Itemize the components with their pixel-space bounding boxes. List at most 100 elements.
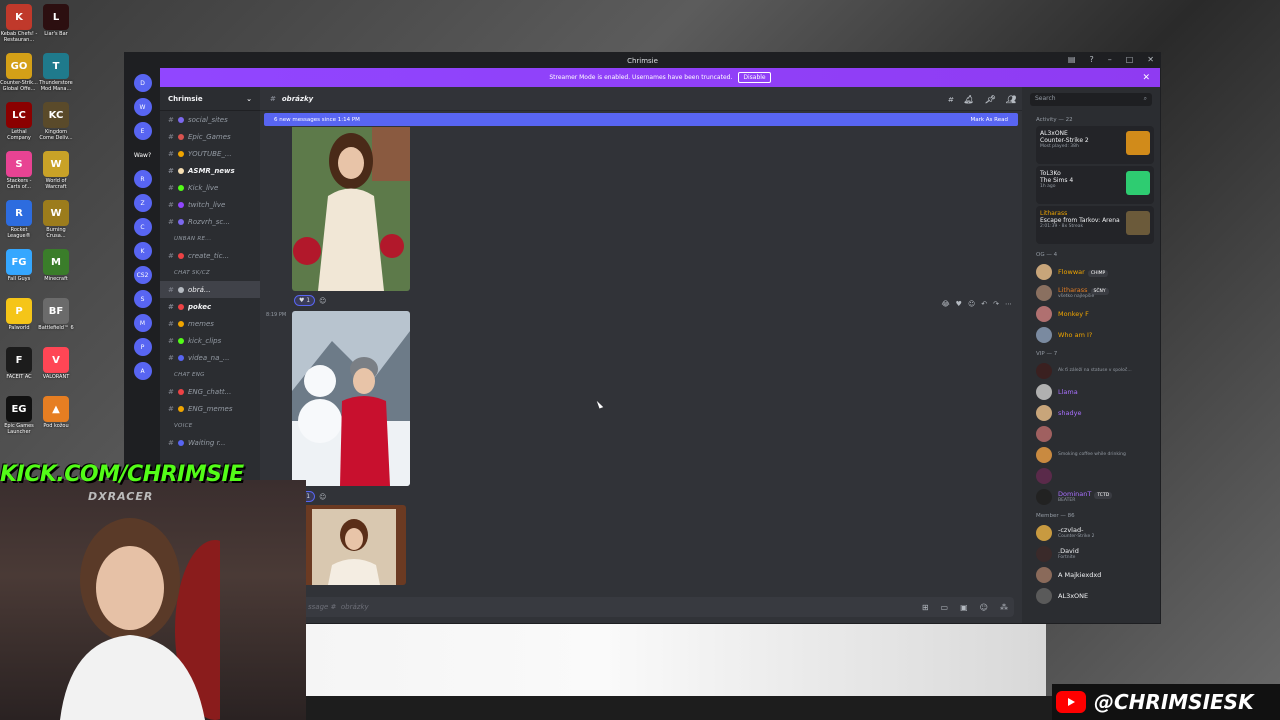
- desktop-shortcut[interactable]: V VALORANT: [37, 347, 75, 380]
- channel-item[interactable]: # Rozvrh_sc...: [160, 213, 260, 230]
- server-icon[interactable]: C: [133, 218, 152, 236]
- emoji-react-icon[interactable]: 😂︎: [941, 300, 949, 308]
- apps-icon[interactable]: ⁂: [1000, 603, 1008, 612]
- member-item[interactable]: [1022, 465, 1160, 486]
- add-reaction-icon[interactable]: ☺: [319, 297, 326, 305]
- inbox-icon[interactable]: ▤: [1068, 55, 1076, 64]
- member-item[interactable]: shadye: [1022, 402, 1160, 423]
- activity-card[interactable]: AL3xONE Counter-Strike 2 Most played: 38h: [1036, 126, 1154, 164]
- desktop-shortcut[interactable]: F FACEIT AC: [0, 347, 38, 380]
- channel-item[interactable]: # ASMR_news: [160, 162, 260, 179]
- channel-item[interactable]: # obrá...: [160, 281, 260, 298]
- desktop-shortcut[interactable]: FG Fall Guys: [0, 249, 38, 282]
- desktop-shortcut[interactable]: EG Epic Games Launcher: [0, 396, 38, 435]
- emoji-icon[interactable]: ☺: [980, 603, 988, 612]
- channel-item[interactable]: # memes: [160, 315, 260, 332]
- channel-item[interactable]: # twitch_live: [160, 196, 260, 213]
- add-reaction-icon[interactable]: ☺: [319, 493, 326, 501]
- image-attachment[interactable]: [292, 311, 410, 486]
- channel-item[interactable]: # ENG_chatt...: [160, 383, 260, 400]
- channel-item[interactable]: # YOUTUBE_...: [160, 145, 260, 162]
- desktop-shortcut[interactable]: R Rocket League®: [0, 200, 38, 239]
- desktop-shortcut[interactable]: GO Counter-Strik... Global Offe...: [0, 53, 38, 92]
- server-icon[interactable]: W: [133, 98, 152, 116]
- server-icon[interactable]: R: [133, 170, 152, 188]
- member-item[interactable]: Llama: [1022, 381, 1160, 402]
- forward-icon[interactable]: ↷: [993, 300, 999, 308]
- message-input[interactable]: ssage # obrázky ⊞ ▭ ▣ ☺ ⁂: [268, 597, 1014, 617]
- image-attachment[interactable]: [302, 505, 406, 585]
- channel-item[interactable]: # videa_na_...: [160, 349, 260, 366]
- gif-icon[interactable]: ▭: [941, 603, 949, 612]
- member-item[interactable]: Litharass SČNY všetko najlepšie: [1022, 282, 1160, 303]
- desktop-shortcut[interactable]: BF Battlefield™ 6: [37, 298, 75, 331]
- channel-item[interactable]: # pokec: [160, 298, 260, 315]
- member-item[interactable]: Smoking coffee while drinking: [1022, 444, 1160, 465]
- member-item[interactable]: AL3xONE: [1022, 585, 1160, 606]
- desktop-shortcut[interactable]: W Burning Crusa...: [37, 200, 75, 239]
- activity-card[interactable]: ToL3Ko The Sims 4 1h ago: [1036, 166, 1154, 204]
- member-item[interactable]: DominanT TCTD BEATER: [1022, 486, 1160, 507]
- member-item[interactable]: .David Fortnite: [1022, 543, 1160, 564]
- search-input[interactable]: Search ⌕: [1030, 93, 1152, 106]
- desktop-shortcut[interactable]: L Liar's Bar: [37, 4, 75, 37]
- bell-icon[interactable]: 🔔︎: [964, 95, 974, 105]
- desktop-shortcut[interactable]: KC Kingdom Come Deliv...: [37, 102, 75, 141]
- minimize-button[interactable]: –: [1108, 55, 1112, 64]
- help-icon[interactable]: ?: [1089, 55, 1093, 64]
- channel-category[interactable]: CHAT ENG: [160, 366, 260, 383]
- channel-category[interactable]: UNBAN RE...: [160, 230, 260, 247]
- desktop-shortcut[interactable]: K Kebab Chefs! - Restauran...: [0, 4, 38, 43]
- channel-item[interactable]: # Epic_Games: [160, 128, 260, 145]
- channel-item[interactable]: # Waiting r...: [160, 434, 260, 451]
- channel-item[interactable]: # kick_clips: [160, 332, 260, 349]
- channel-item[interactable]: # Kick_live: [160, 179, 260, 196]
- member-item[interactable]: Flowwar CHIMP: [1022, 261, 1160, 282]
- member-item[interactable]: A Majkiexdxd: [1022, 564, 1160, 585]
- server-icon[interactable]: K: [133, 242, 152, 260]
- channel-category[interactable]: CHAT SK/CZ: [160, 264, 260, 281]
- image-attachment[interactable]: [292, 127, 410, 291]
- server-icon[interactable]: Waw?: [134, 146, 152, 164]
- channel-category[interactable]: VOICE: [160, 417, 260, 434]
- member-item[interactable]: [1022, 423, 1160, 444]
- desktop-shortcut[interactable]: W World of Warcraft: [37, 151, 75, 190]
- member-item[interactable]: Monkey F: [1022, 303, 1160, 324]
- threads-icon[interactable]: ⌗: [948, 95, 953, 105]
- members-icon[interactable]: 👥︎: [1006, 95, 1016, 105]
- sticker-icon[interactable]: ▣: [960, 603, 968, 612]
- react-icon[interactable]: ☺: [968, 300, 975, 308]
- desktop-shortcut[interactable]: LC Lethal Company: [0, 102, 38, 141]
- activity-card[interactable]: Litharass Escape from Tarkov: Arena 2:01:3…: [1036, 206, 1154, 244]
- desktop-shortcut[interactable]: P Palworld: [0, 298, 38, 331]
- server-icon[interactable]: E: [133, 122, 152, 140]
- more-icon[interactable]: ⋯: [1005, 300, 1012, 308]
- server-icon[interactable]: A: [133, 362, 152, 380]
- server-icon[interactable]: S: [133, 290, 152, 308]
- server-icon[interactable]: P: [133, 338, 152, 356]
- disable-streamer-mode-button[interactable]: Disable: [738, 72, 771, 83]
- desktop-shortcut[interactable]: ▲ Pod kožou: [37, 396, 75, 429]
- desktop-shortcut[interactable]: T Thunderstore Mod Mana...: [37, 53, 75, 92]
- member-item[interactable]: Who am I?: [1022, 324, 1160, 345]
- server-icon[interactable]: D: [133, 74, 152, 92]
- heart-icon[interactable]: ♥: [956, 300, 962, 308]
- maximize-button[interactable]: □: [1126, 55, 1134, 64]
- server-icon[interactable]: CS2: [133, 266, 152, 284]
- new-messages-bar[interactable]: 6 new messages since 1:14 PM Mark As Rea…: [264, 113, 1018, 126]
- server-icon[interactable]: Z: [133, 194, 152, 212]
- member-item[interactable]: -czvlad- Counter-Strike 2: [1022, 522, 1160, 543]
- heart-reaction[interactable]: ♥ 1: [294, 295, 316, 306]
- close-banner-icon[interactable]: ✕: [1142, 73, 1150, 83]
- channel-item[interactable]: # social_sites: [160, 111, 260, 128]
- gift-icon[interactable]: ⊞: [922, 603, 929, 612]
- member-item[interactable]: Ak ťi záleží na statuse v spoloč...: [1022, 360, 1160, 381]
- desktop-shortcut[interactable]: S Stackers - Carts of...: [0, 151, 38, 190]
- channel-item[interactable]: # create_tic...: [160, 247, 260, 264]
- close-window-button[interactable]: ✕: [1147, 55, 1154, 64]
- guild-header[interactable]: Chrimsie ⌄: [160, 87, 260, 111]
- pin-icon[interactable]: 📌︎: [985, 95, 995, 105]
- server-icon[interactable]: M: [133, 314, 152, 332]
- desktop-shortcut[interactable]: M Minecraft: [37, 249, 75, 282]
- mark-as-read-button[interactable]: Mark As Read: [970, 117, 1008, 123]
